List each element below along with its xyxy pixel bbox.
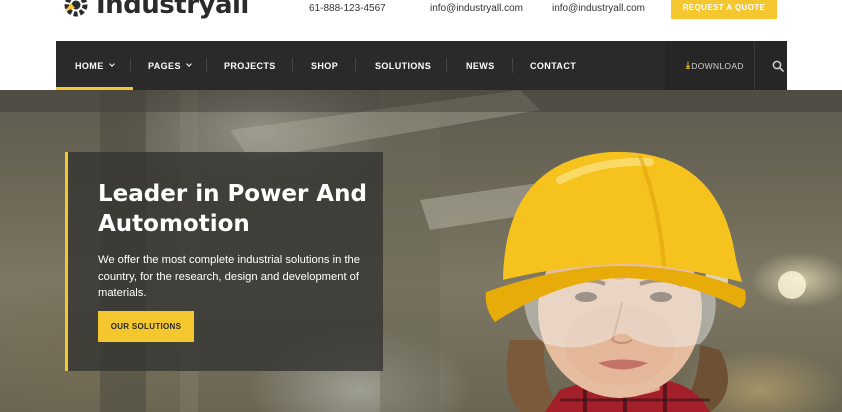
- contact-email-secondary[interactable]: info@industryall.com: [552, 3, 645, 14]
- chevron-down-icon: [108, 61, 115, 67]
- nav-item-solutions[interactable]: SOLUTIONS: [375, 41, 431, 90]
- nav-item-label: CONTACT: [530, 60, 577, 71]
- nav-item-label: SHOP: [311, 60, 339, 71]
- hero-description: We offer the most complete industrial so…: [98, 254, 361, 299]
- chevron-down-icon: [186, 61, 192, 67]
- nav-item-pages[interactable]: PAGES: [148, 41, 192, 90]
- hero-title: Leader in Power And Automotion: [98, 181, 367, 237]
- nav-item-projects[interactable]: PROJECTS: [224, 41, 276, 90]
- nav-item-label: SOLUTIONS: [375, 60, 432, 71]
- download-arrow-icon: ⤓: [686, 60, 691, 70]
- site-logo[interactable]: Industryall: [62, 0, 249, 20]
- download-label: DOWNLOAD: [691, 60, 744, 71]
- nav-item-label: HOME: [75, 60, 104, 71]
- logo-text: Industryall: [96, 0, 249, 20]
- nav-divider: [446, 58, 447, 73]
- nav-item-contact[interactable]: CONTACT: [530, 41, 576, 90]
- request-quote-button[interactable]: REQUEST A QUOTE: [671, 0, 777, 19]
- nav-item-label: PAGES: [148, 60, 181, 71]
- our-solutions-button[interactable]: OUR SOLUTIONS: [98, 311, 194, 342]
- nav-divider: [206, 58, 207, 73]
- nav-item-news[interactable]: NEWS: [466, 41, 495, 90]
- nav-item-home[interactable]: HOME: [56, 41, 133, 90]
- nav-item-shop[interactable]: SHOP: [311, 41, 338, 90]
- nav-divider: [292, 58, 293, 73]
- nav-item-label: PROJECTS: [224, 60, 276, 71]
- nav-divider: [355, 58, 356, 73]
- search-icon[interactable]: [772, 60, 784, 72]
- main-navigation: HOME PAGES PROJECTS SHOP SOLUTIONS NEWS …: [56, 41, 787, 90]
- gear-logo-icon: [64, 0, 88, 17]
- nav-divider: [512, 58, 513, 73]
- download-link[interactable]: ⤓ DOWNLOAD: [686, 41, 744, 90]
- contact-phone: 61-888-123-4567: [309, 3, 386, 14]
- contact-email[interactable]: info@industryall.com: [430, 3, 523, 14]
- nav-actions: ⤓ DOWNLOAD: [665, 41, 787, 90]
- hero-banner: Leader in Power And Automotion We offer …: [0, 90, 842, 412]
- top-bar: Industryall 61-888-123-4567 info@industr…: [0, 0, 842, 40]
- nav-divider: [130, 58, 131, 73]
- nav-item-label: NEWS: [466, 60, 495, 71]
- hero-text-panel: Leader in Power And Automotion We offer …: [65, 152, 383, 371]
- nav-actions-divider: [754, 41, 755, 90]
